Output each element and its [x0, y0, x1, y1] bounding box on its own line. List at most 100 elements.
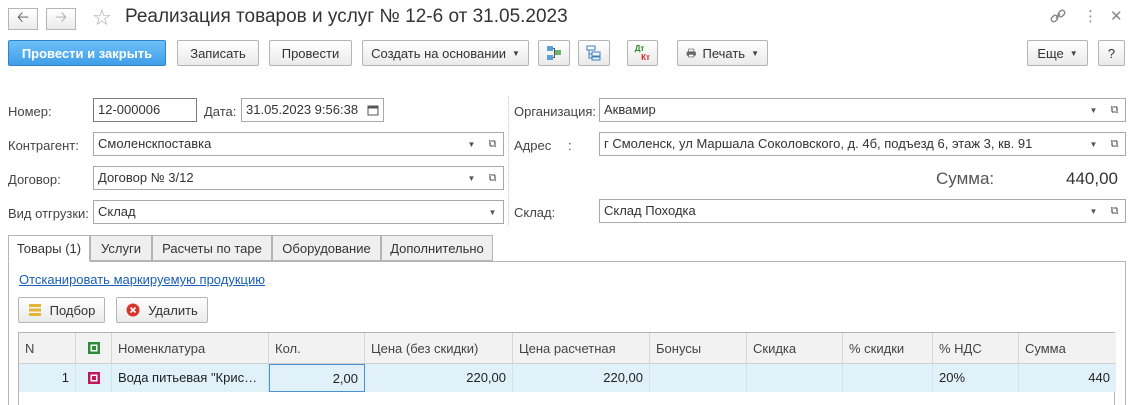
delete-button[interactable]: Удалить	[116, 297, 208, 323]
structure-button[interactable]	[538, 40, 570, 66]
dt-kt-button[interactable]: Дт Кт	[627, 40, 658, 66]
shipment-type-dropdown-button[interactable]: ▼	[482, 200, 504, 224]
column-header-sum[interactable]: Сумма	[1019, 333, 1116, 364]
post-button[interactable]: Провести	[269, 40, 352, 66]
organization-open-button[interactable]: ⧉	[1104, 98, 1126, 122]
help-button[interactable]: ?	[1098, 40, 1125, 66]
create-based-button[interactable]: Создать на основании ▼	[362, 40, 529, 66]
select-label: Подбор	[49, 302, 96, 318]
print-button[interactable]: Печать ▼	[677, 40, 768, 66]
dropdown-caret-icon: ▼	[1069, 48, 1078, 58]
table-row-calc-price[interactable]: 220,00	[513, 364, 650, 392]
arrow-left-icon: 🡠	[16, 8, 30, 26]
contractor-open-button[interactable]: ⧉	[482, 132, 504, 156]
delete-circle-icon	[126, 303, 140, 317]
tab-equipment[interactable]: Оборудование	[272, 235, 381, 261]
address-open-button[interactable]: ⧉	[1104, 132, 1126, 156]
organization-label: Организация:	[514, 104, 597, 119]
shipment-type-field[interactable]: Склад	[93, 200, 483, 224]
address-label: Адрес	[514, 138, 552, 153]
link-icon[interactable]	[1049, 7, 1067, 30]
forward-button[interactable]: 🡢	[46, 8, 76, 30]
calendar-icon	[367, 105, 378, 116]
table-row-marking[interactable]	[76, 364, 112, 392]
open-window-icon: ⧉	[1110, 103, 1119, 116]
open-window-icon: ⧉	[1110, 137, 1119, 150]
close-icon[interactable]: ✕	[1110, 7, 1123, 25]
arrow-right-icon: 🡢	[54, 8, 68, 26]
column-header-nomenclature[interactable]: Номенклатура	[112, 333, 269, 364]
contract-label: Договор:	[8, 172, 61, 187]
more-label: Еще	[1037, 45, 1064, 61]
goods-table: N Номенклатура Кол. Цена (без скидки) Це…	[18, 332, 1116, 405]
select-button[interactable]: Подбор	[18, 297, 105, 323]
date-field[interactable]: 31.05.2023 9:56:38	[241, 98, 363, 122]
contract-open-button[interactable]: ⧉	[482, 166, 504, 190]
print-label: Печать	[702, 45, 746, 61]
organization-dropdown-button[interactable]: ▼	[1083, 98, 1105, 122]
favorite-star-icon[interactable]: ☆	[92, 5, 112, 31]
structure-icon	[547, 46, 561, 60]
related-docs-button[interactable]	[578, 40, 610, 66]
warehouse-dropdown-button[interactable]: ▼	[1083, 199, 1105, 223]
column-header-quantity[interactable]: Кол.	[269, 333, 365, 364]
column-header-price[interactable]: Цена (без скидки)	[365, 333, 513, 364]
organization-field[interactable]: Аквамир	[599, 98, 1084, 122]
page-title: Реализация товаров и услуг № 12-6 от 31.…	[125, 6, 568, 27]
column-header-discount[interactable]: Скидка	[747, 333, 843, 364]
column-header-calc-price[interactable]: Цена расчетная	[513, 333, 650, 364]
contract-field[interactable]: Договор № 3/12	[93, 166, 462, 190]
dropdown-caret-icon: ▼	[488, 207, 497, 217]
tab-goods[interactable]: Товары (1)	[8, 235, 90, 262]
table-row-discount[interactable]	[747, 364, 843, 392]
open-window-icon: ⧉	[488, 137, 497, 150]
table-row-vat[interactable]: 20%	[933, 364, 1019, 392]
dropdown-caret-icon: ▼	[1089, 105, 1098, 115]
address-field[interactable]: г Смоленск, ул Маршала Соколовского, д. …	[599, 132, 1084, 156]
post-and-close-button[interactable]: Провести и закрыть	[8, 40, 166, 66]
address-dropdown-button[interactable]: ▼	[1083, 132, 1105, 156]
open-window-icon: ⧉	[1110, 204, 1119, 217]
back-button[interactable]: 🡠	[8, 8, 38, 30]
dropdown-caret-icon: ▼	[467, 139, 476, 149]
table-row-price[interactable]: 220,00	[365, 364, 513, 392]
column-header-vat[interactable]: % НДС	[933, 333, 1019, 364]
table-row-sum[interactable]: 440	[1019, 364, 1116, 392]
contractor-dropdown-button[interactable]: ▼	[461, 132, 483, 156]
tab-container-settlements[interactable]: Расчеты по таре	[152, 235, 272, 261]
warehouse-open-button[interactable]: ⧉	[1104, 199, 1126, 223]
calendar-button[interactable]	[362, 98, 384, 122]
column-header-discount-pct[interactable]: % скидки	[843, 333, 933, 364]
table-row-discount-pct[interactable]	[843, 364, 933, 392]
total-sum-label: Сумма:	[936, 169, 995, 188]
write-button[interactable]: Записать	[177, 40, 259, 66]
scan-marked-products-link[interactable]: Отсканировать маркируемую продукцию	[19, 272, 265, 287]
address-label-colon: :	[568, 138, 572, 153]
dropdown-caret-icon: ▼	[1089, 206, 1098, 216]
hierarchy-icon	[586, 45, 601, 61]
column-header-bonuses[interactable]: Бонусы	[650, 333, 747, 364]
column-header-n[interactable]: N	[19, 333, 76, 364]
total-sum-value: 440,00	[1066, 169, 1118, 188]
shipment-type-label: Вид отгрузки:	[8, 206, 89, 221]
dropdown-caret-icon: ▼	[1089, 139, 1098, 149]
tab-additional[interactable]: Дополнительно	[381, 235, 493, 261]
table-row-bonuses[interactable]	[650, 364, 747, 392]
table-row-nomenclature[interactable]: Вода питьевая "Крис…	[112, 364, 269, 392]
dropdown-caret-icon: ▼	[467, 173, 476, 183]
contract-dropdown-button[interactable]: ▼	[461, 166, 483, 190]
column-header-marking[interactable]	[76, 333, 112, 364]
table-row-n[interactable]: 1	[19, 364, 76, 392]
printer-icon	[686, 48, 696, 58]
more-button[interactable]: Еще ▼	[1027, 40, 1088, 66]
contractor-field[interactable]: Смоленскпоставка	[93, 132, 462, 156]
more-vertical-icon[interactable]: ⋮	[1083, 7, 1098, 25]
tab-services[interactable]: Услуги	[90, 235, 152, 261]
table-row-quantity[interactable]: 2,00	[269, 364, 365, 392]
delete-label: Удалить	[148, 302, 198, 318]
dropdown-caret-icon: ▼	[511, 48, 520, 58]
warehouse-field[interactable]: Склад Походка	[599, 199, 1084, 223]
column-divider	[508, 96, 509, 226]
kt-icon-label: Кт	[641, 53, 650, 62]
number-field[interactable]: 12-000006	[93, 98, 197, 122]
